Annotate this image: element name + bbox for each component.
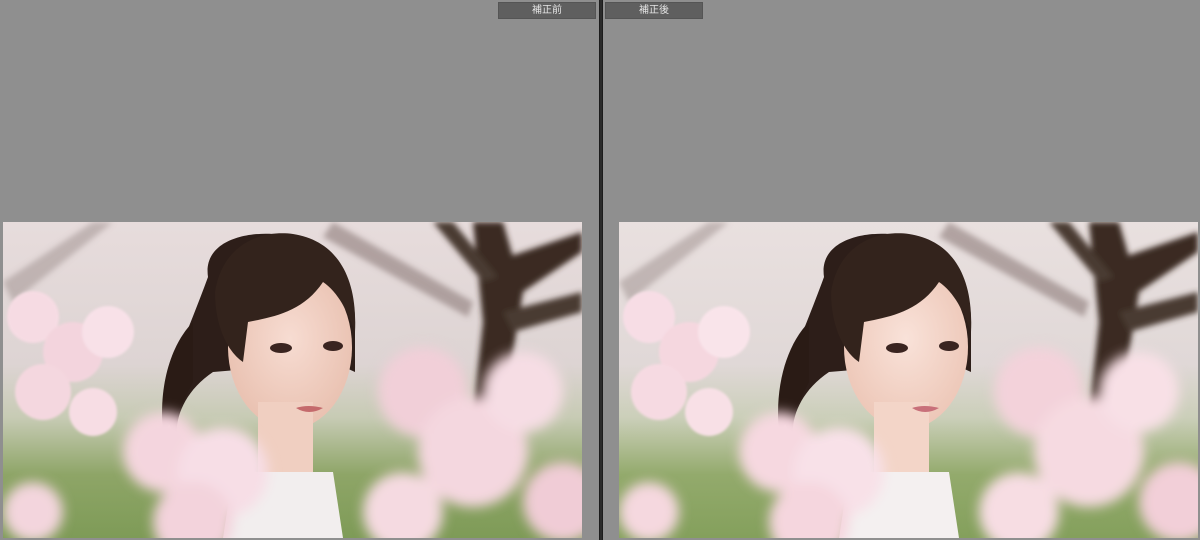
photo-image xyxy=(3,222,582,538)
before-pane[interactable]: 補正前 xyxy=(0,0,599,540)
after-photo[interactable] xyxy=(619,222,1198,538)
after-pane[interactable]: 補正後 xyxy=(603,0,1200,540)
photo-image xyxy=(619,222,1198,538)
before-label: 補正前 xyxy=(498,2,596,19)
before-photo[interactable] xyxy=(3,222,582,538)
after-label: 補正後 xyxy=(605,2,703,19)
